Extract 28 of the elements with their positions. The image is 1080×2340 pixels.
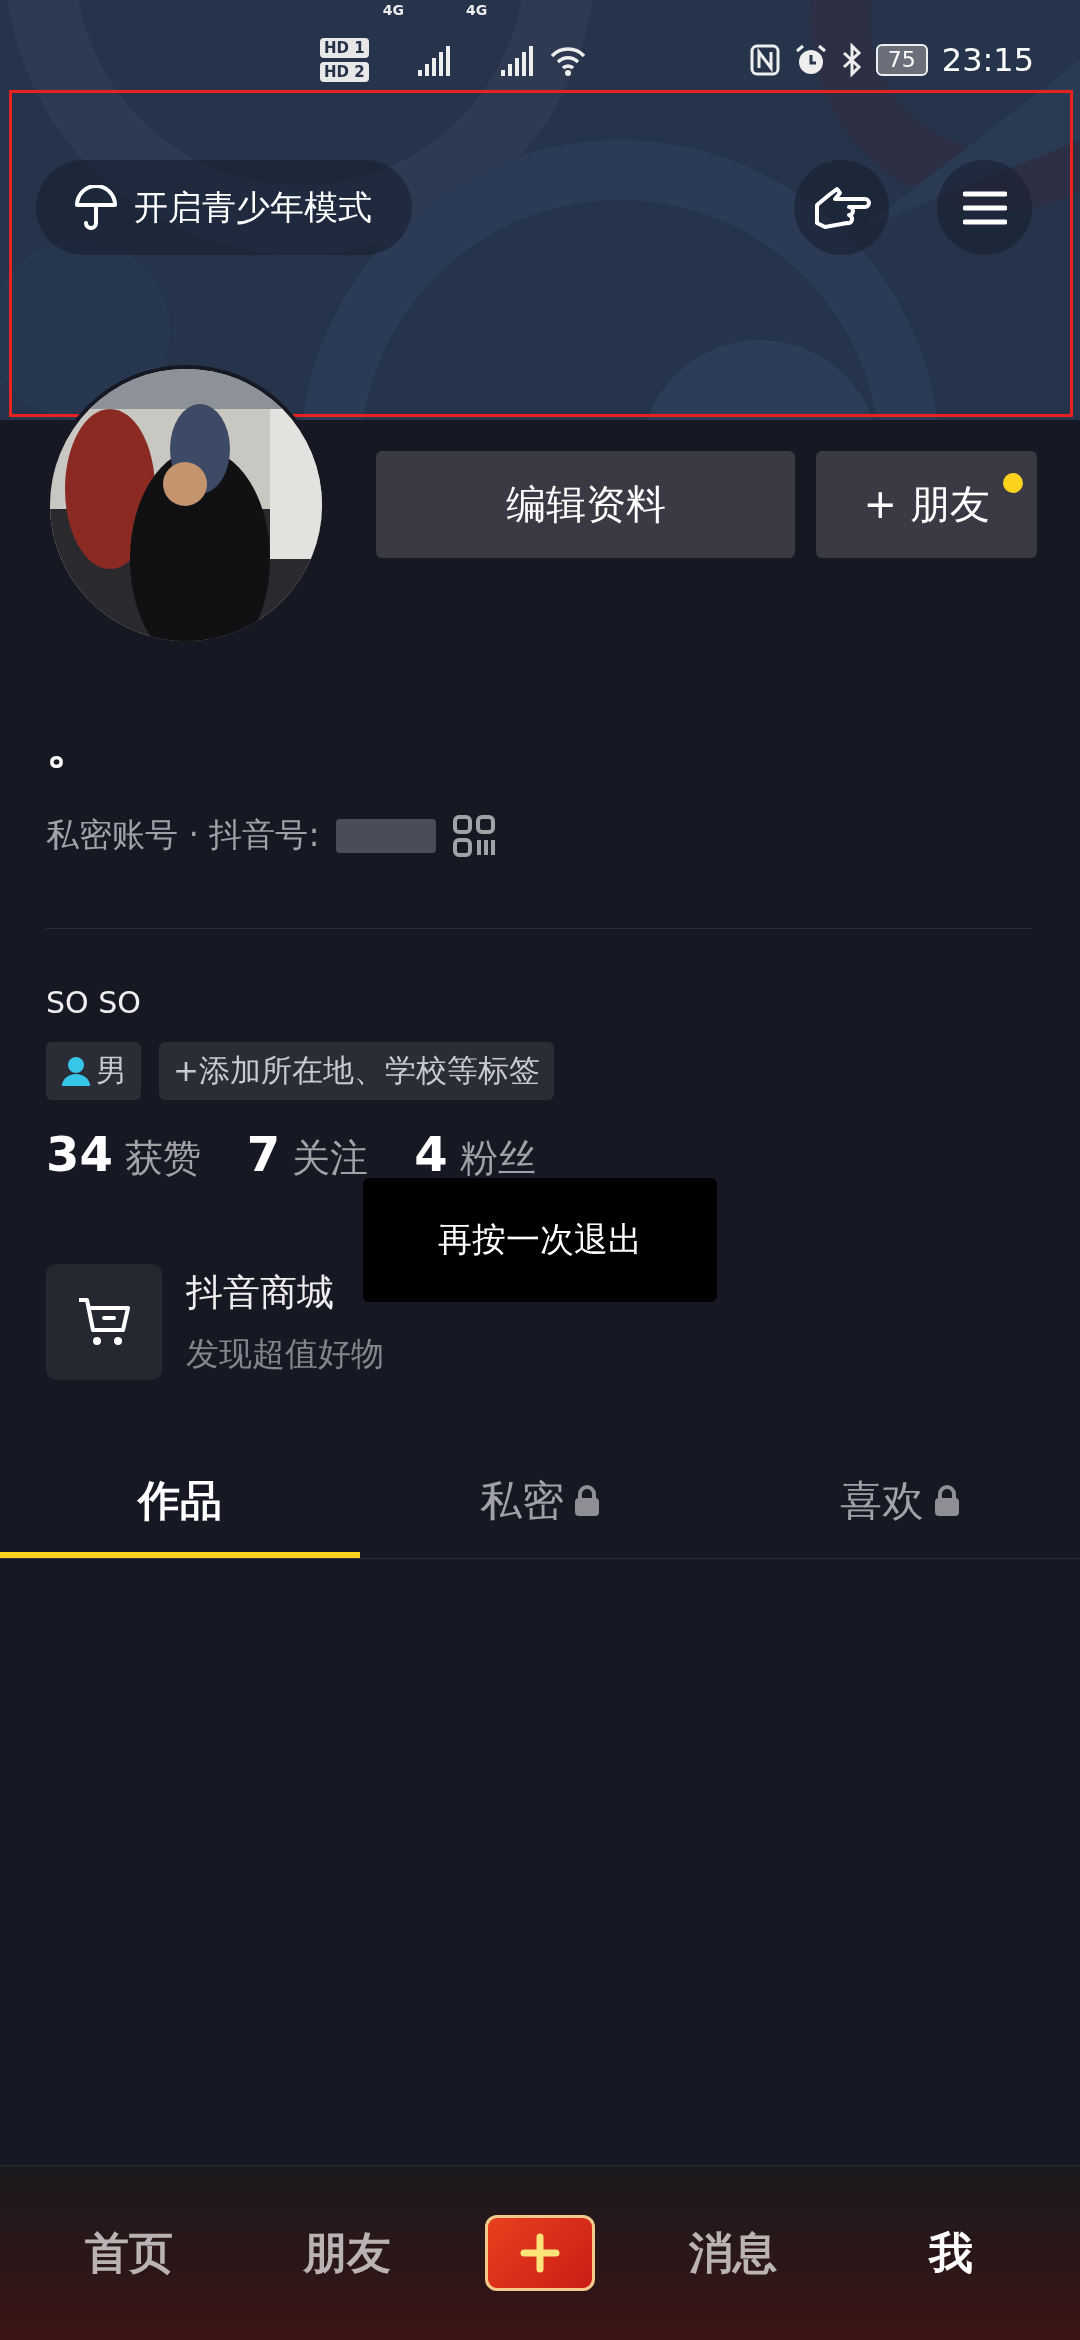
nav-tab[interactable]: 消息 bbox=[653, 2222, 813, 2284]
exit-toast: 再按一次退出 bbox=[363, 1178, 717, 1302]
stat-count: 4 bbox=[414, 1130, 448, 1178]
content-tab[interactable]: 喜欢 bbox=[720, 1450, 1080, 1558]
stat-count: 34 bbox=[46, 1130, 113, 1178]
bio-text: SO SO bbox=[46, 985, 142, 1020]
add-friend-button[interactable]: + 朋友 bbox=[816, 451, 1037, 558]
person-icon bbox=[60, 1055, 92, 1087]
shop-subtitle: 发现超值好物 bbox=[186, 1332, 384, 1375]
user-name: 。 bbox=[46, 715, 97, 776]
content-tab[interactable]: 私密 bbox=[360, 1450, 720, 1558]
nav-tab[interactable]: 首页 bbox=[49, 2222, 209, 2284]
plus-icon bbox=[520, 2233, 560, 2273]
edit-profile-button[interactable]: 编辑资料 bbox=[376, 451, 795, 558]
stat-label: 获赞 bbox=[124, 1139, 201, 1177]
shop-tile[interactable] bbox=[46, 1264, 162, 1380]
qr-code-icon[interactable] bbox=[451, 813, 496, 858]
stat-count: 7 bbox=[246, 1130, 281, 1178]
stat-label: 粉丝 bbox=[459, 1139, 536, 1177]
stat-label: 关注 bbox=[292, 1139, 369, 1177]
content-tab[interactable]: 作品 bbox=[0, 1450, 360, 1558]
gender-tag: 男 bbox=[46, 1042, 141, 1100]
add-tag-button[interactable]: +添加所在地、学校等标签 bbox=[159, 1042, 554, 1100]
account-info: 私密账号 · 抖音号: bbox=[46, 814, 320, 856]
nav-tab[interactable]: 朋友 bbox=[267, 2222, 427, 2284]
shop-title[interactable]: 抖音商城 bbox=[186, 1267, 334, 1318]
create-button[interactable] bbox=[485, 2215, 595, 2291]
nav-tab[interactable]: 我 bbox=[871, 2222, 1031, 2284]
